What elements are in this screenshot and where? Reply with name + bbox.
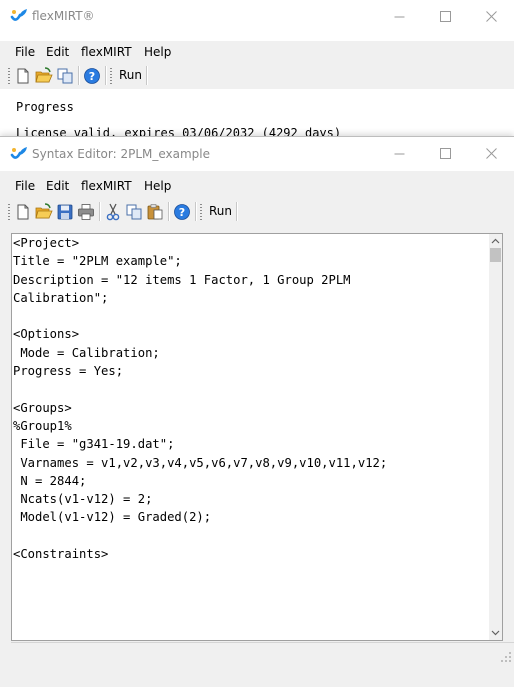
flexmirt-logo-icon (10, 147, 27, 159)
editor-menubar: File Edit flexMIRT Help (0, 175, 514, 197)
scroll-down-icon[interactable] (491, 628, 500, 637)
close-icon (485, 10, 497, 22)
editor-titlebar[interactable]: Syntax Editor: 2PLM_example (0, 137, 514, 171)
maximize-button[interactable] (422, 137, 468, 169)
menu-edit[interactable]: Edit (46, 45, 69, 59)
svg-text:?: ? (179, 206, 185, 219)
toolbar-separator (146, 66, 148, 85)
toolbar-grip[interactable] (110, 68, 112, 84)
scrollbar-thumb[interactable] (490, 248, 501, 262)
minimize-button[interactable] (376, 0, 422, 32)
flexmirt-logo-icon (10, 9, 27, 21)
code-line: Model(v1-v12) = Graded(2); (13, 510, 212, 525)
main-window-title: flexMIRT® (32, 9, 95, 23)
code-line: %Group1% (13, 418, 72, 433)
open-folder-icon[interactable] (35, 203, 53, 221)
toolbar-separator (195, 202, 197, 221)
code-line: <Options> (13, 327, 80, 342)
code-line: <Constraints> (13, 547, 109, 562)
syntax-text-area[interactable]: <Project> Title = "2PLM example"; Descript… (11, 233, 503, 641)
new-document-icon[interactable] (14, 203, 32, 221)
syntax-editor-window: Syntax Editor: 2PLM_example File Edit fl… (0, 136, 514, 687)
maximize-button[interactable] (422, 0, 468, 32)
main-menubar: File Edit flexMIRT Help (0, 41, 514, 63)
toolbar-separator (168, 202, 170, 221)
toolbar-separator (105, 66, 107, 85)
run-button[interactable]: Run (209, 204, 232, 218)
save-icon[interactable] (56, 203, 74, 221)
menu-help[interactable]: Help (144, 179, 171, 193)
syntax-code: <Project> Title = "2PLM example"; Descript… (13, 234, 387, 563)
code-line: Varnames = v1,v2,v3,v4,v5,v6,v7,v8,v9,v1… (13, 455, 388, 470)
maximize-icon (439, 147, 451, 159)
minimize-icon (394, 16, 404, 17)
vertical-scrollbar[interactable] (489, 234, 502, 640)
toolbar-separator (78, 66, 80, 85)
scroll-up-icon[interactable] (491, 237, 500, 246)
menu-flexmirt[interactable]: flexMIRT (81, 179, 132, 193)
code-line: <Project> (13, 236, 80, 250)
minimize-icon (394, 153, 404, 154)
cut-icon[interactable] (104, 203, 122, 221)
run-button[interactable]: Run (119, 68, 142, 82)
code-line: File = "g341-19.dat"; (13, 437, 175, 452)
editor-toolbar: ? Run (0, 199, 514, 225)
print-icon[interactable] (77, 203, 95, 221)
help-icon[interactable]: ? (83, 67, 101, 85)
resize-grip-icon[interactable] (500, 651, 512, 663)
code-line: Description = "12 items 1 Factor, 1 Grou… (13, 272, 351, 287)
license-status-line: License valid, expires 03/06/2032 (4292 … (16, 126, 342, 136)
status-bar (11, 642, 514, 665)
code-line: Mode = Calibration; (13, 345, 160, 360)
menu-help[interactable]: Help (144, 45, 171, 59)
paste-icon[interactable] (146, 203, 164, 221)
svg-text:?: ? (89, 70, 95, 83)
code-line: Progress = Yes; (13, 364, 124, 379)
code-line: <Groups> (13, 400, 72, 415)
menu-edit[interactable]: Edit (46, 179, 69, 193)
code-line: Title = "2PLM example"; (13, 254, 182, 269)
close-button[interactable] (468, 0, 514, 32)
toolbar-grip[interactable] (200, 204, 202, 220)
new-document-icon[interactable] (14, 67, 32, 85)
close-button[interactable] (468, 137, 514, 169)
menu-flexmirt[interactable]: flexMIRT (81, 45, 132, 59)
copy-icon[interactable] (56, 67, 74, 85)
open-folder-icon[interactable] (35, 67, 53, 85)
toolbar-separator (99, 202, 101, 221)
close-icon (485, 147, 497, 159)
toolbar-separator (236, 202, 238, 221)
editor-window-title: Syntax Editor: 2PLM_example (32, 147, 211, 161)
main-titlebar[interactable]: flexMIRT® (0, 0, 514, 32)
help-icon[interactable]: ? (173, 203, 191, 221)
menu-file[interactable]: File (15, 45, 35, 59)
main-toolbar: ? Run (0, 63, 514, 89)
code-line: Ncats(v1-v12) = 2; (13, 492, 153, 507)
code-line: Calibration"; (13, 290, 109, 305)
minimize-button[interactable] (376, 137, 422, 169)
menu-file[interactable]: File (15, 179, 35, 193)
copy-icon[interactable] (125, 203, 143, 221)
progress-heading: Progress (16, 100, 74, 114)
toolbar-grip[interactable] (8, 204, 10, 220)
progress-output: Progress License valid, expires 03/06/20… (0, 96, 514, 136)
code-line: N = 2844; (13, 473, 87, 488)
maximize-icon (439, 10, 451, 22)
toolbar-grip[interactable] (8, 68, 10, 84)
